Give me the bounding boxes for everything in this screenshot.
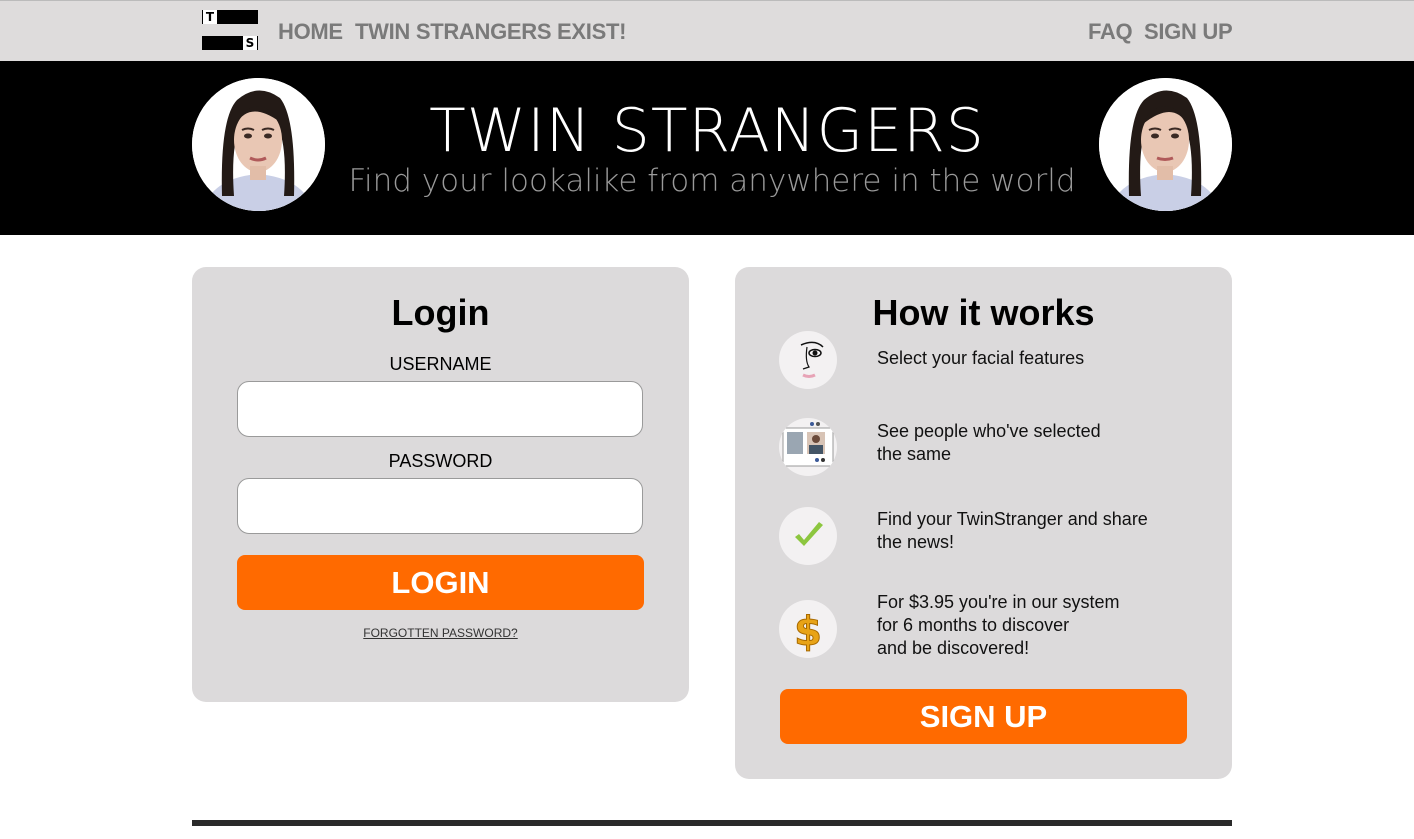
step-2-line-2: the same xyxy=(877,444,952,464)
login-title: Login xyxy=(391,292,490,333)
step-1-line-1: Select your facial features xyxy=(877,348,1085,368)
username-label: USERNAME xyxy=(389,354,492,374)
how-it-works-title: How it works xyxy=(872,292,1095,333)
twin-strangers-logo[interactable]: T S xyxy=(202,10,258,50)
step-3-line-2: the news! xyxy=(877,532,955,552)
nav-twin-strangers-exist-link[interactable]: TWIN STRANGERS EXIST! xyxy=(355,19,626,45)
forgotten-password-link[interactable]: FORGOTTEN PASSWORD? xyxy=(192,625,689,641)
nav-home-link[interactable]: HOME xyxy=(278,19,343,45)
svg-text:$: $ xyxy=(794,609,822,655)
top-navigation: T S HOME TWIN STRANGERS EXIST! FAQ SIGN … xyxy=(0,0,1414,61)
step-1-text: Select your facial features xyxy=(877,347,1197,370)
login-button[interactable]: LOGIN xyxy=(237,555,644,610)
step-3-line-1: Find your TwinStranger and share xyxy=(877,509,1148,529)
step-4-line-2: for 6 months to discover xyxy=(877,615,1070,635)
logo-letter-s: S xyxy=(243,36,257,50)
step-4-line-3: and be discovered! xyxy=(877,638,1030,658)
matches-screen-icon xyxy=(779,418,837,476)
step-3-text: Find your TwinStranger and share the new… xyxy=(877,508,1197,554)
login-card: Login USERNAME PASSWORD LOGIN FORGOTTEN … xyxy=(192,267,689,702)
logo-letter-t: T xyxy=(203,10,217,24)
step-2-text: See people who've selected the same xyxy=(877,420,1197,466)
facial-features-icon xyxy=(779,331,837,389)
step-2-line-1: See people who've selected xyxy=(877,421,1101,441)
checkmark-icon xyxy=(779,507,837,565)
nav-faq-link[interactable]: FAQ xyxy=(1088,19,1133,45)
password-input[interactable] xyxy=(237,478,643,534)
password-label: PASSWORD xyxy=(388,451,493,471)
hero-banner: TWIN STRANGERS Find your lookalike from … xyxy=(0,61,1414,235)
dollar-icon: $ xyxy=(779,600,837,658)
sign-up-button[interactable]: SIGN UP xyxy=(780,689,1187,744)
woman-portrait-right xyxy=(1099,78,1232,211)
step-4-line-1: For $3.95 you're in our system xyxy=(877,592,1120,612)
how-it-works-card: How it works Select your facial features… xyxy=(735,267,1232,779)
username-input[interactable] xyxy=(237,381,643,437)
nav-sign-up-link[interactable]: SIGN UP xyxy=(1144,19,1233,45)
step-4-text: For $3.95 you're in our system for 6 mon… xyxy=(877,591,1197,660)
footer-divider xyxy=(192,820,1232,826)
lookalike-avatar-right xyxy=(1099,78,1232,211)
